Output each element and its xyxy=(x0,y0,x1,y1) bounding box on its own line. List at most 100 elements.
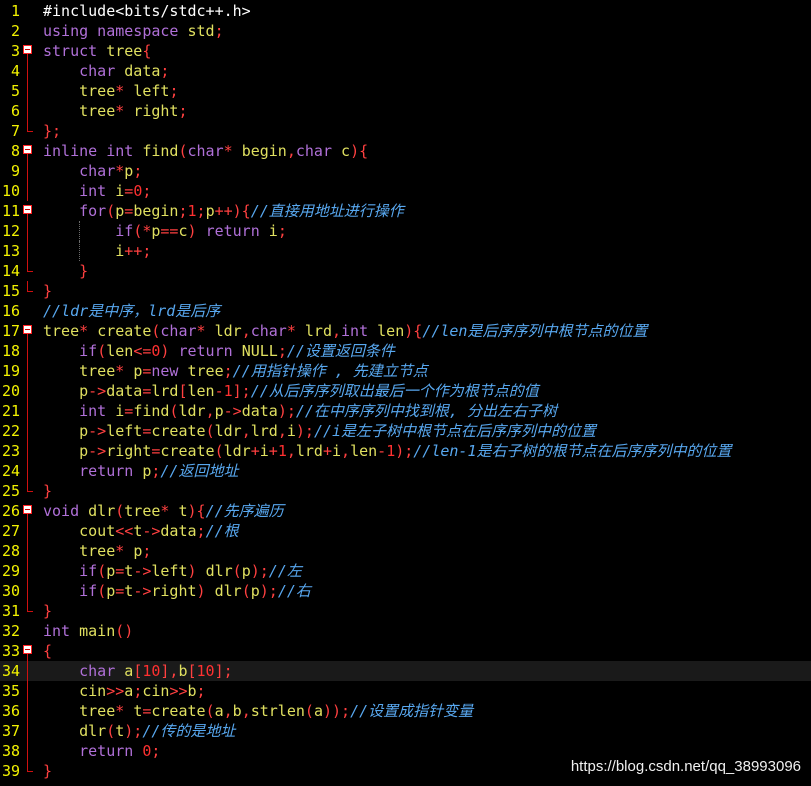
code-line[interactable]: 17 tree* create(char* ldr,char* lrd,int l… xyxy=(0,321,811,341)
code-text[interactable]: tree* t=create(a,b,strlen(a));//设置成指针变量 xyxy=(43,701,473,721)
code-line[interactable]: 16 //ldr是中序，lrd是后序 xyxy=(0,301,811,321)
code-token: ; xyxy=(133,682,143,700)
code-token: using namespace xyxy=(43,22,188,40)
code-line[interactable]: 10 int i=0; xyxy=(0,181,811,201)
code-text[interactable]: void dlr(tree* t){//先序遍历 xyxy=(43,501,284,521)
code-text[interactable]: cout<<t->data;//根 xyxy=(43,521,239,541)
code-text[interactable]: p->data=lrd[len-1];//从后序序列取出最后一个作为根节点的值 xyxy=(43,381,539,401)
code-text[interactable]: for(p=begin;1;p++){//直接用地址进行操作 xyxy=(43,201,404,221)
code-line[interactable]: 7}; xyxy=(0,121,811,141)
code-line[interactable]: 18 if(len<=0) return NULL;//设置返回条件 xyxy=(0,341,811,361)
code-editor[interactable]: 1 #include<bits/stdc++.h> 2 using namespace… xyxy=(0,0,811,786)
code-text[interactable]: tree* left; xyxy=(43,81,178,101)
code-text[interactable]: char*p; xyxy=(43,161,142,181)
code-text[interactable]: p->right=create(ldr+i+1,lrd+i,len-1);//l… xyxy=(43,441,731,461)
code-text[interactable]: { xyxy=(43,641,52,661)
code-line[interactable]: 15} xyxy=(0,281,811,301)
code-token: ); xyxy=(124,722,143,740)
code-line[interactable]: 31} xyxy=(0,601,811,621)
code-line[interactable]: 28 tree* p; xyxy=(0,541,811,561)
code-text[interactable]: }; xyxy=(43,121,61,141)
code-token: //设置返回条件 xyxy=(286,342,395,360)
code-line[interactable]: 22 p->left=create(ldr,lrd,i);//i是左子树中根节点… xyxy=(0,421,811,441)
code-line[interactable]: 9 char*p; xyxy=(0,161,811,181)
code-text[interactable]: i++; xyxy=(43,241,151,261)
code-line[interactable]: 2 using namespace std; xyxy=(0,21,811,41)
code-line[interactable]: 3 struct tree{ xyxy=(0,41,811,61)
code-text[interactable]: char data; xyxy=(43,61,169,81)
minus-box-icon[interactable] xyxy=(23,145,32,154)
minus-box-icon[interactable] xyxy=(23,205,32,214)
code-text[interactable]: //ldr是中序，lrd是后序 xyxy=(43,301,220,321)
code-text[interactable]: int i=0; xyxy=(43,181,151,201)
code-text[interactable]: if(*p==c) return i; xyxy=(43,221,287,241)
code-line[interactable]: 27 cout<<t->data;//根 xyxy=(0,521,811,541)
code-text[interactable]: p->left=create(ldr,lrd,i);//i是左子树中根节点在后序… xyxy=(43,421,596,441)
code-text[interactable]: tree* p=new tree;//用指针操作 , 先建立节点 xyxy=(43,361,428,381)
code-line[interactable]: 37 dlr(t);//传的是地址 xyxy=(0,721,811,741)
code-text[interactable]: using namespace std; xyxy=(43,21,224,41)
code-token: <= xyxy=(133,342,152,360)
code-text[interactable]: #include<bits/stdc++.h> xyxy=(43,1,251,21)
minus-box-icon[interactable] xyxy=(23,45,32,54)
code-token: * xyxy=(115,102,134,120)
code-line[interactable]: 25} xyxy=(0,481,811,501)
code-text[interactable]: dlr(t);//传的是地址 xyxy=(43,721,235,741)
fold-line xyxy=(27,121,28,131)
code-line[interactable]: 1 #include<bits/stdc++.h> xyxy=(0,1,811,21)
code-text[interactable]: return p;//返回地址 xyxy=(43,461,238,481)
code-token: p xyxy=(79,382,89,400)
minus-box-icon[interactable] xyxy=(23,505,32,514)
code-text[interactable]: } xyxy=(43,261,88,281)
code-line[interactable]: 4 char data; xyxy=(0,61,811,81)
code-token: } xyxy=(43,282,53,300)
code-line[interactable]: 29 if(p=t->left) dlr(p);//左 xyxy=(0,561,811,581)
code-line[interactable]: 13 i++; xyxy=(0,241,811,261)
code-token: p xyxy=(133,542,143,560)
code-text[interactable]: } xyxy=(43,761,52,781)
code-text[interactable]: if(len<=0) return NULL;//设置返回条件 xyxy=(43,341,395,361)
code-text[interactable]: struct tree{ xyxy=(43,41,151,61)
code-text[interactable]: tree* p; xyxy=(43,541,151,561)
code-line[interactable]: 30 if(p=t->right) dlr(p);//右 xyxy=(0,581,811,601)
code-text[interactable]: cin>>a;cin>>b; xyxy=(43,681,205,701)
code-line[interactable]: 20 p->data=lrd[len-1];//从后序序列取出最后一个作为根节点… xyxy=(0,381,811,401)
code-line[interactable]: 14 } xyxy=(0,261,811,281)
code-text[interactable]: } xyxy=(43,481,52,501)
code-text[interactable]: } xyxy=(43,281,52,301)
code-line[interactable]: 11 for(p=begin;1;p++){//直接用地址进行操作 xyxy=(0,201,811,221)
code-text[interactable]: if(p=t->left) dlr(p);//左 xyxy=(43,561,302,581)
code-token: (* xyxy=(133,222,152,240)
code-text[interactable]: int main() xyxy=(43,621,133,641)
code-line[interactable]: 23 p->right=create(ldr+i+1,lrd+i,len-1);… xyxy=(0,441,811,461)
code-text[interactable]: } xyxy=(43,601,52,621)
code-line[interactable]: 32 int main() xyxy=(0,621,811,641)
code-line[interactable]: 8 inline int find(char* begin,char c){ xyxy=(0,141,811,161)
code-token: begin xyxy=(241,142,287,160)
code-text[interactable]: char a[10],b[10]; xyxy=(43,661,233,681)
code-line[interactable]: 26 void dlr(tree* t){//先序遍历 xyxy=(0,501,811,521)
code-text[interactable]: inline int find(char* begin,char c){ xyxy=(43,141,368,161)
code-text[interactable]: tree* right; xyxy=(43,101,187,121)
code-text[interactable]: return 0; xyxy=(43,741,160,761)
code-line[interactable]: 6 tree* right; xyxy=(0,101,811,121)
code-line[interactable]: 12 if(*p==c) return i; xyxy=(0,221,811,241)
code-line[interactable]: 21 int i=find(ldr,p->data);//在中序序列中找到根, … xyxy=(0,401,811,421)
code-text[interactable]: tree* create(char* ldr,char* lrd,int len… xyxy=(43,321,647,341)
code-line[interactable]: 5 tree* left; xyxy=(0,81,811,101)
code-line[interactable]: 24 return p;//返回地址 xyxy=(0,461,811,481)
code-text[interactable]: int i=find(ldr,p->data);//在中序序列中找到根, 分出左… xyxy=(43,401,557,421)
code-text[interactable]: if(p=t->right) dlr(p);//右 xyxy=(43,581,311,601)
code-line[interactable]: 19 tree* p=new tree;//用指针操作 , 先建立节点 xyxy=(0,361,811,381)
code-token: //传的是地址 xyxy=(142,722,236,740)
code-token: char xyxy=(79,62,125,80)
code-line[interactable]: 33 { xyxy=(0,641,811,661)
code-token: ); xyxy=(250,562,269,580)
code-line[interactable]: 36 tree* t=create(a,b,strlen(a));//设置成指针… xyxy=(0,701,811,721)
minus-box-icon[interactable] xyxy=(23,645,32,654)
code-line[interactable]: 35 cin>>a;cin>>b; xyxy=(0,681,811,701)
code-line[interactable]: 34 char a[10],b[10]; xyxy=(0,661,811,681)
minus-box-icon[interactable] xyxy=(23,325,32,334)
